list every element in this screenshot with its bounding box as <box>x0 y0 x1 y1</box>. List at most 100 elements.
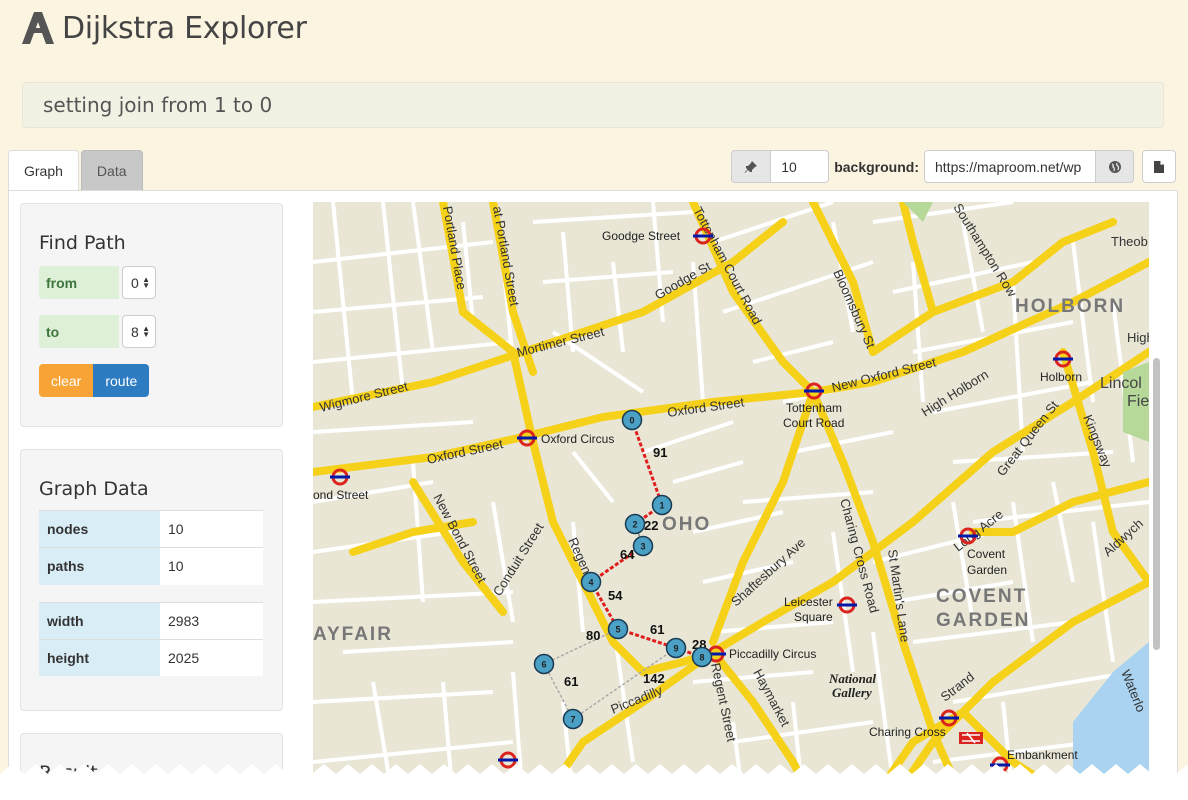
graph-node[interactable]: 8 <box>691 646 713 668</box>
select-arrows-icon: ▲ ▼ <box>142 274 150 290</box>
map-scrollbar[interactable] <box>1153 358 1160 650</box>
place-label: Covent <box>967 547 1006 561</box>
torn-edge <box>0 764 1188 800</box>
node-label: 8 <box>699 653 704 663</box>
graph-node[interactable]: 0 <box>621 409 643 431</box>
edge-weight-label: 80 <box>586 628 600 643</box>
node-label: 3 <box>640 542 645 552</box>
nodes-label: nodes <box>39 510 160 548</box>
node-label: 7 <box>570 715 575 725</box>
width-value: 2983 <box>160 601 263 639</box>
pin-icon <box>744 160 758 173</box>
district-label: COVENT <box>936 586 1027 607</box>
place-label: Fie <box>1127 393 1149 410</box>
place-label: Lincol <box>1100 375 1142 392</box>
app-logo-icon <box>22 12 54 44</box>
place-label: Court Road <box>783 416 844 430</box>
from-value: 0 <box>131 274 139 291</box>
table-row: nodes 10 <box>39 510 263 548</box>
graph-size-table: width 2983 height 2025 <box>39 601 263 676</box>
to-select[interactable]: 8 ▲ ▼ <box>122 315 156 348</box>
pin-size-input[interactable]: 10 <box>771 150 830 183</box>
edge-weight-label: 22 <box>644 518 658 533</box>
app-header: Dijkstra Explorer <box>20 8 307 48</box>
graph-node[interactable]: 1 <box>651 494 673 516</box>
graph-data-card: Graph Data nodes 10 paths 10 width 2983 … <box>20 449 283 711</box>
map-toolbar: 10 background: https://maproom.net/wp <box>731 150 1176 183</box>
select-arrows-icon: ▲ ▼ <box>142 323 150 339</box>
place-label: Oxford Circus <box>541 432 614 446</box>
district-label: OHO <box>662 514 711 535</box>
edge-weight-label: 54 <box>608 588 623 603</box>
place-label: Tottenham <box>786 401 842 415</box>
file-icon <box>1154 160 1164 173</box>
from-select[interactable]: 0 ▲ ▼ <box>122 266 156 299</box>
table-row: width 2983 <box>39 601 263 639</box>
graph-node[interactable]: 5 <box>607 618 629 640</box>
edge-weight-label: 64 <box>620 547 635 562</box>
node-label: 5 <box>615 625 620 635</box>
place-label: Piccadilly Circus <box>729 647 816 661</box>
node-label: 1 <box>659 501 664 511</box>
clear-button[interactable]: clear <box>39 364 94 397</box>
status-message: setting join from 1 to 0 <box>22 82 1164 128</box>
from-label: from <box>39 266 119 299</box>
node-label: 0 <box>629 416 634 426</box>
globe-icon <box>1108 160 1121 173</box>
background-label: background: <box>834 158 919 175</box>
map-svg[interactable]: Portland Place at Portland Street Totten… <box>313 202 1149 800</box>
nodes-value: 10 <box>160 510 263 548</box>
rail-icon <box>959 732 983 744</box>
place-label: Goodge Street <box>602 229 681 243</box>
table-row: paths 10 <box>39 547 263 585</box>
place-label: National <box>828 671 876 686</box>
map-canvas[interactable]: Portland Place at Portland Street Totten… <box>313 202 1149 800</box>
paths-label: paths <box>39 547 160 585</box>
district-label: GARDEN <box>936 610 1030 631</box>
node-label: 6 <box>541 660 546 670</box>
place-label: Garden <box>967 563 1007 577</box>
paths-value: 10 <box>160 547 263 585</box>
background-url-input[interactable]: https://maproom.net/wp <box>924 150 1096 183</box>
to-value: 8 <box>131 323 139 340</box>
node-label: 2 <box>632 520 637 530</box>
edge-weight-label: 61 <box>650 622 664 637</box>
find-path-title: Find Path <box>39 232 126 254</box>
edge-weight-label: 91 <box>653 445 667 460</box>
graph-node[interactable]: 2 <box>624 513 646 535</box>
find-path-card: Find Path from 0 ▲ ▼ to 8 ▲ ▼ clear route <box>20 203 283 427</box>
node-label: 9 <box>673 644 678 654</box>
file-button[interactable] <box>1142 150 1176 183</box>
place-label: Holborn <box>1040 370 1082 384</box>
place-label: Leicester <box>784 595 833 609</box>
street-label: High <box>1127 330 1149 345</box>
graph-node[interactable]: 9 <box>665 637 687 659</box>
place-label: Square <box>794 610 833 624</box>
width-label: width <box>39 601 160 639</box>
graph-node[interactable]: 3 <box>632 535 654 557</box>
place-label: Embankment <box>1007 748 1078 762</box>
graph-node[interactable]: 6 <box>533 653 555 675</box>
edge-weight-label: 142 <box>643 671 665 686</box>
route-button[interactable]: route <box>93 364 150 397</box>
tab-graph[interactable]: Graph <box>8 150 79 191</box>
graph-node[interactable]: 4 <box>580 571 602 593</box>
graph-counts-table: nodes 10 paths 10 <box>39 510 263 585</box>
node-label: 4 <box>588 578 593 588</box>
place-label: Gallery <box>832 685 872 700</box>
edge-weight-label: 61 <box>564 674 578 689</box>
tab-data[interactable]: Data <box>80 150 143 191</box>
pin-button[interactable] <box>731 150 772 183</box>
graph-node[interactable]: 7 <box>562 708 584 730</box>
district-label: AYFAIR <box>313 624 393 645</box>
district-label: HOLBORN <box>1015 296 1125 317</box>
height-label: height <box>39 638 160 676</box>
graph-data-title: Graph Data <box>39 478 149 500</box>
tab-bar: Graph Data <box>8 150 143 191</box>
height-value: 2025 <box>160 638 263 676</box>
app-title: Dijkstra Explorer <box>62 10 307 46</box>
load-background-button[interactable] <box>1096 150 1134 183</box>
place-label: ond Street <box>313 488 369 502</box>
to-label: to <box>39 315 119 348</box>
place-label: Charing Cross <box>869 725 946 739</box>
